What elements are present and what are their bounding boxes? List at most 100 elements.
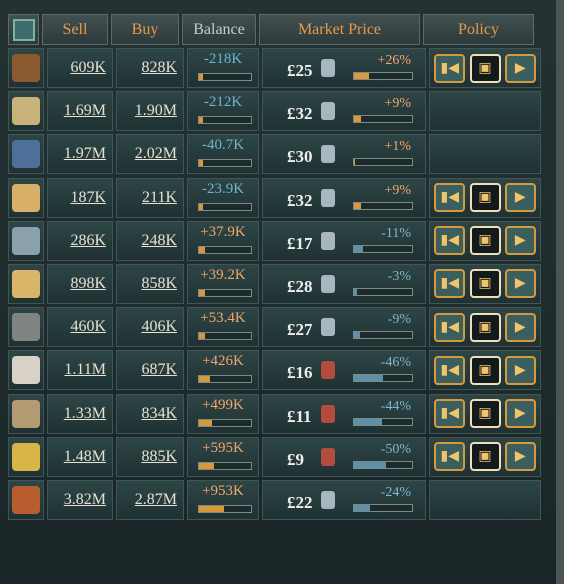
buy-value[interactable]: 2.02M xyxy=(116,134,184,175)
import-policy-button[interactable]: ▮◀ xyxy=(434,226,466,256)
price-change-bar xyxy=(353,460,413,469)
policy-cell: ▮◀ ▣ ▶ xyxy=(429,393,541,434)
buy-value[interactable]: 211K xyxy=(116,177,184,218)
bread-icon xyxy=(12,183,40,212)
balance-value: +37.9K xyxy=(200,223,246,240)
balance-bar xyxy=(198,461,252,470)
price-value: £17 xyxy=(287,233,313,253)
sell-value[interactable]: 609K xyxy=(47,48,113,88)
table-row[interactable]: 3.82M 2.87M +953K £22 -24% xyxy=(8,479,548,520)
sell-value[interactable]: 1.33M xyxy=(47,393,113,434)
import-policy-button[interactable]: ▮◀ xyxy=(434,442,466,472)
buy-value[interactable]: 687K xyxy=(116,350,184,391)
export-policy-button[interactable]: ▶ xyxy=(504,269,536,299)
table-row[interactable]: 609K 828K -218K £25 +26% ▮◀ ▣ ▶ xyxy=(8,48,548,88)
trade-center-button[interactable]: ▣ xyxy=(469,399,501,428)
silver-coin-icon xyxy=(321,102,335,121)
balance-value: +39.2K xyxy=(200,266,246,283)
buy-value[interactable]: 1.90M xyxy=(116,91,184,132)
export-policy-icon: ▶ xyxy=(514,190,526,206)
balance-bar-fill xyxy=(199,203,204,210)
table-row[interactable]: 898K 858K +39.2K £28 -3% ▮◀ ▣ ▶ xyxy=(8,263,548,304)
export-policy-button[interactable]: ▶ xyxy=(504,183,536,213)
import-policy-button[interactable]: ▮◀ xyxy=(434,269,466,299)
policy-cell: ▮◀ ▣ ▶ xyxy=(429,177,541,218)
price-change-fill xyxy=(354,159,356,166)
price-change: +26% xyxy=(377,53,411,68)
table-row[interactable]: 1.11M 687K +426K £16 -46% ▮◀ ▣ ▶ xyxy=(8,350,548,391)
price-value: £27 xyxy=(287,320,313,340)
balance-cell: +595K xyxy=(187,436,259,477)
sell-value[interactable]: 1.69M xyxy=(47,91,113,132)
balance-value: +595K xyxy=(202,439,244,456)
clothes-icon xyxy=(12,356,40,385)
policy-header[interactable]: Policy xyxy=(423,14,534,45)
trade-center-button[interactable]: ▣ xyxy=(469,355,501,385)
scrollbar[interactable] xyxy=(556,0,564,584)
import-policy-button[interactable]: ▮◀ xyxy=(434,399,466,428)
buy-value[interactable]: 248K xyxy=(116,220,184,261)
bell-icon xyxy=(12,485,40,514)
trade-center-button[interactable]: ▣ xyxy=(469,312,501,342)
table-row[interactable]: 1.33M 834K +499K £11 -44% ▮◀ ▣ ▶ xyxy=(8,393,548,434)
sell-header[interactable]: Sell xyxy=(42,14,108,45)
balance-header[interactable]: Balance xyxy=(182,14,256,45)
sell-value[interactable]: 187K xyxy=(47,177,113,218)
balance-bar xyxy=(198,504,252,513)
sell-value[interactable]: 460K xyxy=(47,307,113,348)
silver-coin-icon xyxy=(321,145,335,164)
export-policy-button[interactable]: ▶ xyxy=(504,442,536,472)
balance-value: -40.7K xyxy=(201,137,245,154)
trade-center-icon: ▣ xyxy=(478,362,492,378)
export-policy-button[interactable]: ▶ xyxy=(504,399,536,428)
balance-cell: -23.9K xyxy=(187,177,259,218)
import-policy-button[interactable]: ▮◀ xyxy=(434,183,466,213)
sell-value[interactable]: 3.82M xyxy=(47,479,113,520)
export-policy-button[interactable]: ▶ xyxy=(504,226,536,256)
export-policy-button[interactable]: ▶ xyxy=(504,53,536,83)
sell-value[interactable]: 1.97M xyxy=(47,134,113,175)
import-policy-button[interactable]: ▮◀ xyxy=(434,53,466,83)
buy-value[interactable]: 858K xyxy=(116,263,184,304)
buy-value[interactable]: 2.87M xyxy=(116,479,184,520)
balance-bar-fill xyxy=(199,246,206,253)
goods-icon-cell xyxy=(8,307,44,348)
buy-value[interactable]: 406K xyxy=(116,307,184,348)
expand-toggle-icon[interactable] xyxy=(8,14,39,45)
market-price-cell: £22 -24% xyxy=(262,479,426,520)
buy-header[interactable]: Buy xyxy=(111,14,179,45)
red-coin-icon xyxy=(321,447,335,466)
table-row[interactable]: 460K 406K +53.4K £27 -9% ▮◀ ▣ ▶ xyxy=(8,307,548,348)
table-row[interactable]: 1.48M 885K +595K £9 -50% ▮◀ ▣ ▶ xyxy=(8,436,548,477)
goods-icon-cell xyxy=(8,177,44,218)
policy-cell: ▮◀ ▣ ▶ xyxy=(429,350,541,391)
balance-bar-fill xyxy=(199,74,204,80)
sell-value[interactable]: 1.11M xyxy=(47,350,113,391)
table-row[interactable]: 1.69M 1.90M -212K £32 +9% xyxy=(8,91,548,132)
export-policy-button[interactable]: ▶ xyxy=(504,355,536,385)
import-policy-button[interactable]: ▮◀ xyxy=(434,355,466,385)
price-value: £32 xyxy=(287,104,313,124)
trade-center-button[interactable]: ▣ xyxy=(469,226,501,256)
market-price-header[interactable]: Market Price xyxy=(259,14,420,45)
trade-center-button[interactable]: ▣ xyxy=(469,183,501,213)
import-policy-button[interactable]: ▮◀ xyxy=(434,312,466,342)
trade-center-button[interactable]: ▣ xyxy=(469,269,501,299)
balance-bar-fill xyxy=(199,462,215,469)
sell-value[interactable]: 286K xyxy=(47,220,113,261)
market-price-cell: £16 -46% xyxy=(262,350,426,391)
sell-value[interactable]: 1.48M xyxy=(47,436,113,477)
table-row[interactable]: 187K 211K -23.9K £32 +9% ▮◀ ▣ ▶ xyxy=(8,177,548,218)
table-row[interactable]: 1.97M 2.02M -40.7K £30 +1% xyxy=(8,134,548,175)
trade-center-button[interactable]: ▣ xyxy=(469,53,501,83)
buy-value[interactable]: 834K xyxy=(116,393,184,434)
export-policy-icon: ▶ xyxy=(514,449,526,465)
trade-center-button[interactable]: ▣ xyxy=(469,442,501,472)
table-row[interactable]: 286K 248K +37.9K £17 -11% ▮◀ ▣ ▶ xyxy=(8,220,548,261)
buy-value[interactable]: 828K xyxy=(116,48,184,88)
price-change-bar xyxy=(353,158,413,167)
export-policy-button[interactable]: ▶ xyxy=(504,312,536,342)
buy-value[interactable]: 885K xyxy=(116,436,184,477)
sell-value[interactable]: 898K xyxy=(47,263,113,304)
price-change-bar xyxy=(353,331,413,340)
